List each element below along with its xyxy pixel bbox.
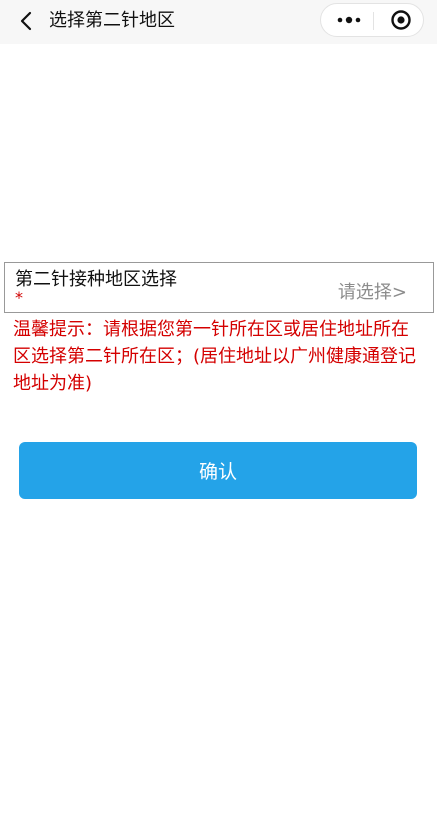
- more-button[interactable]: [329, 6, 369, 34]
- required-mark: *: [15, 288, 23, 307]
- capsule-divider: [373, 12, 374, 30]
- top-navbar: 选择第二针地区: [0, 0, 437, 44]
- region-select-label: 第二针接种地区选择: [15, 269, 177, 290]
- region-select-value[interactable]: 请选择>: [338, 278, 407, 304]
- chevron-left-icon: [20, 11, 32, 31]
- target-close-icon: [391, 10, 411, 30]
- page: 选择第二针地区 第二针接种地区选择 * 请选择> 温馨提示：请根据您第一针所在区…: [0, 0, 437, 816]
- confirm-button[interactable]: 确认: [19, 442, 417, 499]
- mini-program-capsule: [320, 3, 424, 37]
- close-mini-program-button[interactable]: [383, 6, 419, 34]
- page-title: 选择第二针地区: [49, 10, 175, 31]
- back-button[interactable]: [10, 6, 42, 36]
- warm-tip-text: 温馨提示：请根据您第一针所在区或居住地址所在区选择第二针所在区；(居住地址以广州…: [13, 319, 417, 394]
- more-dots-icon: [337, 16, 361, 24]
- region-select-row[interactable]: 第二针接种地区选择 * 请选择>: [4, 262, 434, 313]
